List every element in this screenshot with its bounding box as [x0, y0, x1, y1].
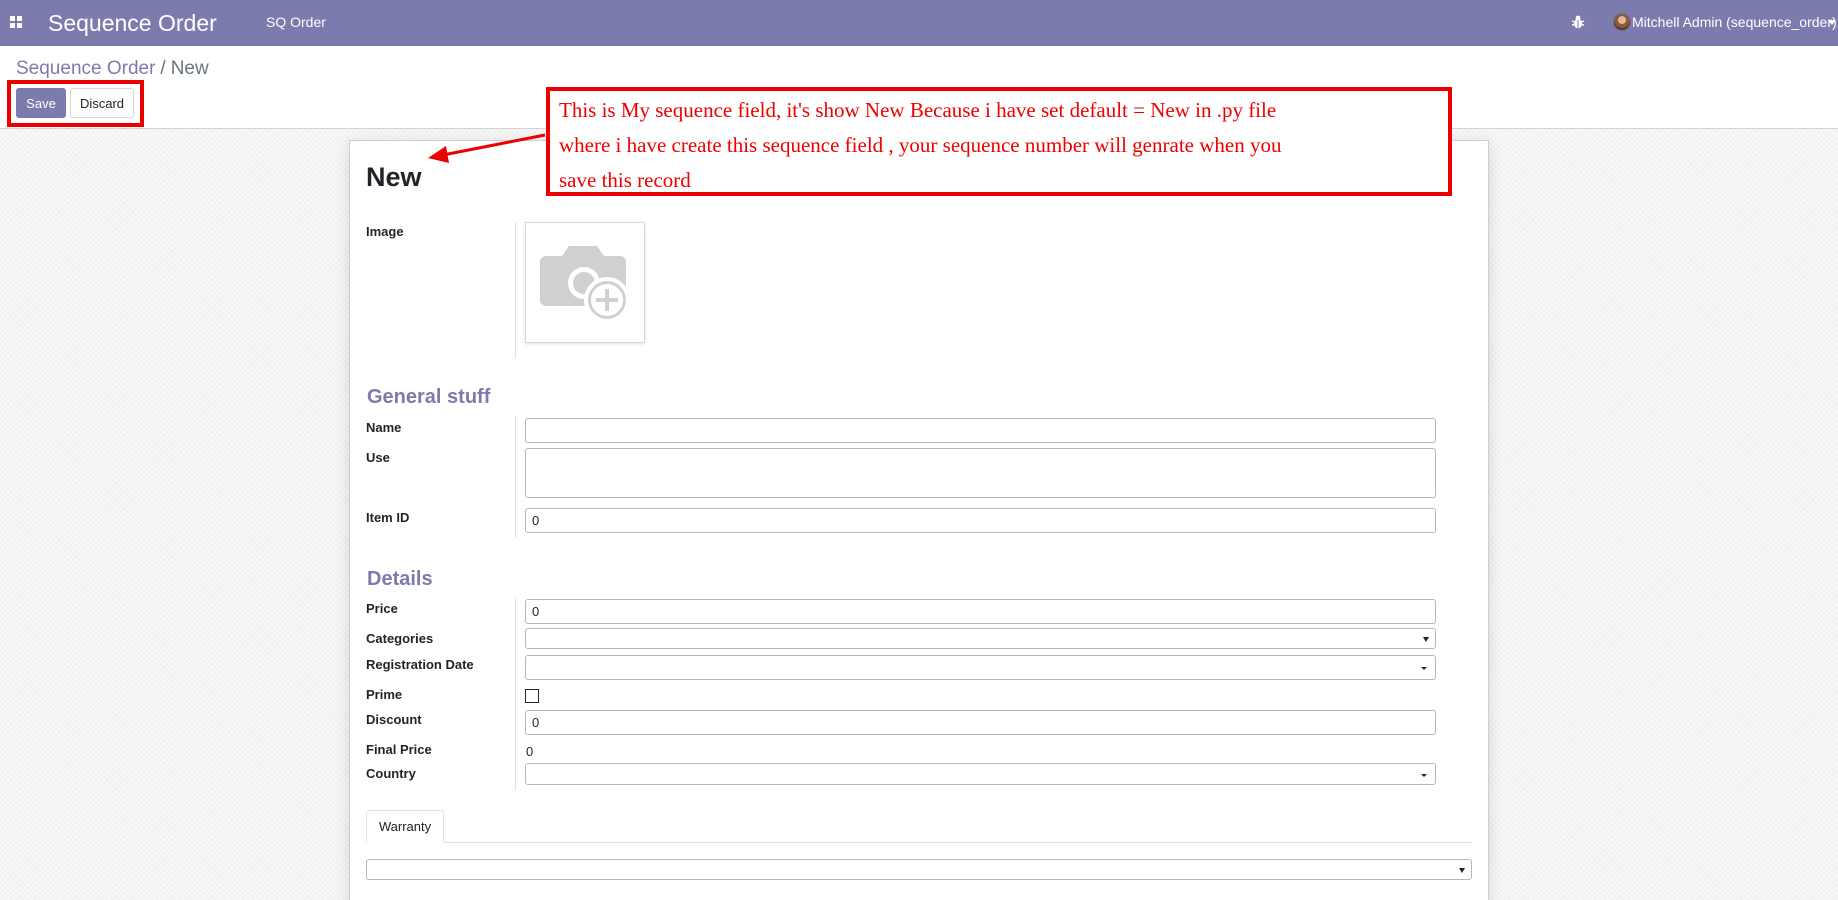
image-label: Image — [366, 224, 404, 239]
image-upload[interactable] — [525, 222, 645, 343]
discount-label: Discount — [366, 712, 422, 727]
prime-label: Prime — [366, 687, 403, 702]
breadcrumb-parent-link[interactable]: Sequence Order — [16, 58, 155, 79]
registration-date-input[interactable] — [525, 655, 1436, 680]
record-title: New — [366, 162, 422, 192]
dropdown-arrow-icon — [1423, 637, 1429, 642]
use-textarea[interactable] — [525, 448, 1436, 498]
price-input[interactable]: 0 — [525, 599, 1436, 624]
breadcrumb: Sequence Order / New — [16, 57, 209, 81]
use-label: Use — [366, 450, 390, 465]
price-label: Price — [366, 601, 398, 616]
annotation-highlight-box — [7, 80, 144, 127]
annotation-line: where i have create this sequence field … — [559, 133, 1282, 157]
chevron-down-icon — [1421, 667, 1427, 670]
apps-grid-icon[interactable] — [10, 16, 24, 30]
bug-icon[interactable] — [1571, 14, 1585, 30]
categories-select[interactable] — [525, 628, 1436, 649]
top-navbar: Sequence Order SQ Order Mitchell Admin (… — [0, 0, 1838, 46]
camera-plus-icon — [540, 246, 630, 323]
annotation-text: This is My sequence field, it's show New… — [559, 93, 1439, 198]
menu-item-sq-order[interactable]: SQ Order — [266, 14, 326, 31]
user-avatar[interactable] — [1613, 13, 1631, 31]
discount-input[interactable]: 0 — [525, 710, 1436, 735]
chevron-down-icon — [1421, 774, 1427, 777]
annotation-box: This is My sequence field, it's show New… — [546, 87, 1452, 196]
country-select[interactable] — [525, 763, 1436, 785]
warranty-select[interactable] — [366, 859, 1472, 880]
breadcrumb-current: New — [170, 58, 209, 79]
tab-warranty[interactable]: Warranty — [366, 810, 444, 843]
caret-down-icon[interactable] — [1828, 20, 1836, 25]
name-input[interactable] — [525, 418, 1436, 443]
group-divider — [515, 415, 516, 538]
final-price-label: Final Price — [366, 742, 432, 757]
registration-date-label: Registration Date — [366, 657, 474, 672]
section-details: Details — [367, 568, 433, 590]
prime-checkbox[interactable] — [525, 689, 539, 703]
breadcrumb-separator: / — [160, 58, 166, 79]
annotation-line: This is My sequence field, it's show New… — [559, 98, 1277, 122]
group-divider — [515, 597, 516, 790]
group-divider — [515, 222, 516, 358]
user-menu[interactable]: Mitchell Admin (sequence_order) — [1632, 14, 1837, 31]
country-label: Country — [366, 766, 416, 781]
notebook-tab-line — [366, 842, 1472, 843]
final-price-value: 0 — [526, 744, 534, 759]
annotation-line: save this record — [559, 168, 691, 192]
app-title[interactable]: Sequence Order — [48, 9, 217, 37]
item-id-label: Item ID — [366, 510, 410, 525]
section-general-stuff: General stuff — [367, 386, 491, 408]
name-label: Name — [366, 420, 402, 435]
categories-label: Categories — [366, 631, 434, 646]
item-id-input[interactable]: 0 — [525, 508, 1436, 533]
dropdown-arrow-icon — [1459, 868, 1465, 873]
